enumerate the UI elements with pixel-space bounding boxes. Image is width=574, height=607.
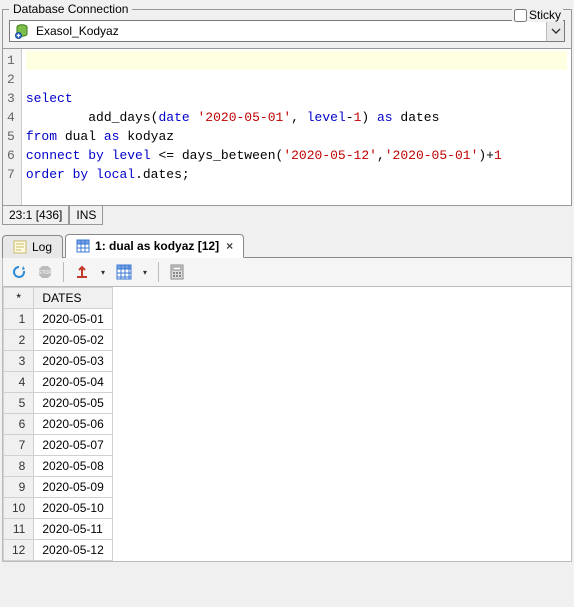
sticky-label: Sticky <box>529 8 561 22</box>
editor-gutter: 1234567 <box>3 49 22 205</box>
cell[interactable]: 2020-05-10 <box>34 498 112 519</box>
row-number: 12 <box>4 540 34 561</box>
refresh-button[interactable] <box>9 262 29 282</box>
table-row[interactable]: 112020-05-11 <box>4 519 113 540</box>
calculator-button[interactable] <box>167 262 187 282</box>
close-icon[interactable]: × <box>226 239 233 253</box>
cell[interactable]: 2020-05-08 <box>34 456 112 477</box>
table-row[interactable]: 22020-05-02 <box>4 330 113 351</box>
cell[interactable]: 2020-05-11 <box>34 519 112 540</box>
cell[interactable]: 2020-05-02 <box>34 330 112 351</box>
database-icon <box>14 23 30 39</box>
chevron-down-icon[interactable] <box>546 21 564 41</box>
connection-name: Exasol_Kodyaz <box>34 22 546 40</box>
result-grid: *DATES12020-05-0122020-05-0232020-05-034… <box>2 287 572 562</box>
insert-mode: INS <box>69 206 103 225</box>
row-number: 6 <box>4 414 34 435</box>
cell[interactable]: 2020-05-09 <box>34 477 112 498</box>
grid-view-button[interactable] <box>114 262 134 282</box>
table-row[interactable]: 12020-05-01 <box>4 309 113 330</box>
connection-dropdown[interactable]: Exasol_Kodyaz <box>9 20 565 42</box>
cell[interactable]: 2020-05-03 <box>34 351 112 372</box>
table-row[interactable]: 102020-05-10 <box>4 498 113 519</box>
sql-editor[interactable]: 1234567 select add_days(date '2020-05-01… <box>2 49 572 206</box>
cell[interactable]: 2020-05-06 <box>34 414 112 435</box>
result-toolbar: STOP ▾ ▾ <box>2 258 572 287</box>
sticky-option: Sticky <box>512 8 563 22</box>
row-number: 9 <box>4 477 34 498</box>
cell[interactable]: 2020-05-07 <box>34 435 112 456</box>
code-line: add_days(date '2020-05-01', level-1) as … <box>26 110 440 125</box>
export-button[interactable] <box>72 262 92 282</box>
row-number: 5 <box>4 393 34 414</box>
row-number: 1 <box>4 309 34 330</box>
code-line <box>26 51 567 70</box>
table-row[interactable]: 72020-05-07 <box>4 435 113 456</box>
result-tabs: Log 1: dual as kodyaz [12] × <box>2 233 572 258</box>
grid-dropdown[interactable]: ▾ <box>140 262 150 282</box>
row-number: 8 <box>4 456 34 477</box>
svg-text:STOP: STOP <box>38 270 52 276</box>
row-number: 10 <box>4 498 34 519</box>
database-connection-group: Database Connection Sticky Exasol_Kodyaz <box>2 2 572 49</box>
editor-statusbar: 23:1 [436] INS <box>2 206 572 225</box>
table-row[interactable]: 92020-05-09 <box>4 477 113 498</box>
sticky-checkbox[interactable] <box>514 9 527 22</box>
table-row[interactable]: 32020-05-03 <box>4 351 113 372</box>
row-number: 3 <box>4 351 34 372</box>
code-line <box>26 186 34 201</box>
result-table[interactable]: *DATES12020-05-0122020-05-0232020-05-034… <box>3 287 113 561</box>
row-number: 4 <box>4 372 34 393</box>
table-row[interactable]: 42020-05-04 <box>4 372 113 393</box>
tab-result-label: 1: dual as kodyaz [12] <box>95 239 219 253</box>
row-number: 11 <box>4 519 34 540</box>
stop-button[interactable]: STOP <box>35 262 55 282</box>
table-icon <box>76 239 90 253</box>
toolbar-separator <box>63 262 64 282</box>
cell[interactable]: 2020-05-05 <box>34 393 112 414</box>
table-row[interactable]: 122020-05-12 <box>4 540 113 561</box>
export-dropdown[interactable]: ▾ <box>98 262 108 282</box>
cell[interactable]: 2020-05-12 <box>34 540 112 561</box>
log-icon <box>13 240 27 254</box>
row-number: 7 <box>4 435 34 456</box>
cell[interactable]: 2020-05-01 <box>34 309 112 330</box>
tab-log[interactable]: Log <box>2 235 63 258</box>
code-line: from dual as kodyaz <box>26 129 174 144</box>
database-connection-legend: Database Connection <box>9 2 132 16</box>
cell[interactable]: 2020-05-04 <box>34 372 112 393</box>
tab-result[interactable]: 1: dual as kodyaz [12] × <box>65 234 244 258</box>
table-row[interactable]: 82020-05-08 <box>4 456 113 477</box>
cursor-position: 23:1 [436] <box>2 206 69 225</box>
corner-header[interactable]: * <box>4 288 34 309</box>
table-row[interactable]: 52020-05-05 <box>4 393 113 414</box>
code-line: order by local.dates; <box>26 167 190 182</box>
toolbar-separator-2 <box>158 262 159 282</box>
table-row[interactable]: 62020-05-06 <box>4 414 113 435</box>
tab-log-label: Log <box>32 240 52 254</box>
column-header[interactable]: DATES <box>34 288 112 309</box>
code-line: select <box>26 91 73 106</box>
row-number: 2 <box>4 330 34 351</box>
code-line: connect by level <= days_between('2020-0… <box>26 148 502 163</box>
editor-code[interactable]: select add_days(date '2020-05-01', level… <box>22 49 571 205</box>
